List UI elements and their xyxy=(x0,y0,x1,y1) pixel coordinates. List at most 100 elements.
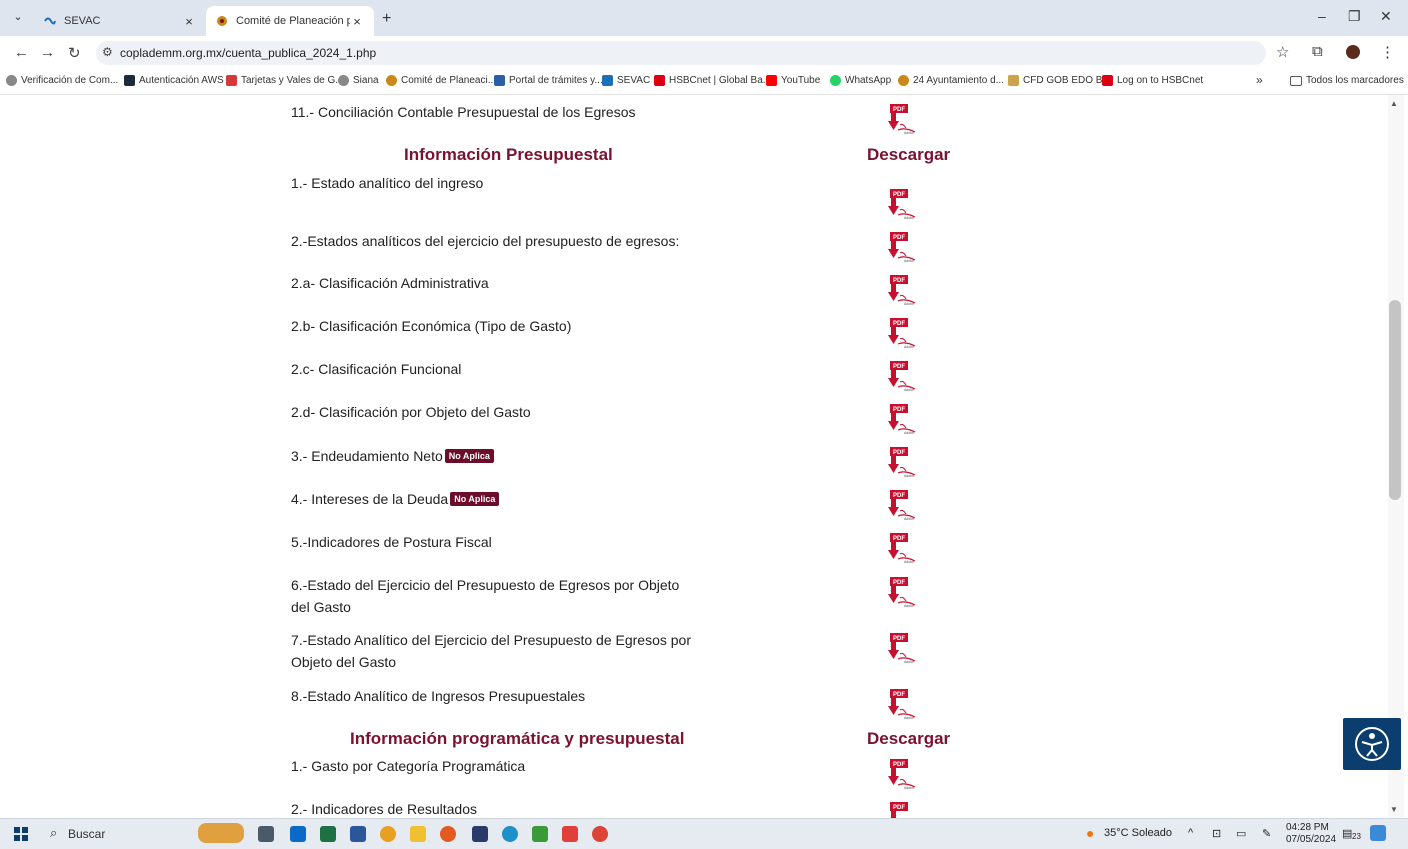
extensions-icon[interactable]: ⧉ xyxy=(1312,43,1323,60)
pdf-download-icon[interactable]: PDFAdobe xyxy=(887,801,917,818)
bookmark-item[interactable]: YouTube xyxy=(766,75,820,86)
youtube-icon xyxy=(766,75,777,86)
site-info-icon[interactable]: ⚙ xyxy=(102,45,113,59)
clock-date[interactable]: 07/05/2024 xyxy=(1286,834,1336,845)
chrome-icon[interactable] xyxy=(592,826,608,842)
word-icon[interactable] xyxy=(350,826,366,842)
pdf-icon: PDF Adobe xyxy=(888,104,916,135)
bookmark-item[interactable]: Tarjetas y Vales de G... xyxy=(226,75,344,86)
tray-chevron-icon[interactable]: ^ xyxy=(1188,827,1193,839)
item-text: 6.-Estado del Ejercicio del Presupuesto … xyxy=(291,577,680,615)
svg-text:PDF: PDF xyxy=(893,762,905,768)
pdf-icon: PDF Adobe xyxy=(888,447,916,478)
profile-avatar[interactable] xyxy=(1346,45,1360,59)
address-bar[interactable]: ⚙ coplademm.org.mx/cuenta_publica_2024_1… xyxy=(96,41,1266,65)
pdf-download-icon[interactable]: PDFAdobe xyxy=(887,489,917,521)
pdf-download-icon[interactable]: PDFAdobe xyxy=(887,758,917,790)
item-text: 3.- Endeudamiento Neto xyxy=(291,448,443,464)
anydesk-icon[interactable] xyxy=(562,826,578,842)
pdf-download-icon[interactable]: PDFAdobe xyxy=(887,688,917,720)
windows-start-icon[interactable] xyxy=(14,827,28,841)
widgets-icon[interactable] xyxy=(198,823,244,843)
bookmark-item[interactable]: HSBCnet | Global Ba... xyxy=(654,75,771,86)
pdf-download-icon[interactable]: PDFAdobe xyxy=(887,317,917,349)
bookmark-item[interactable]: 24 Ayuntamiento d... xyxy=(898,75,1004,86)
new-tab-icon[interactable]: + xyxy=(382,10,391,28)
pen-icon[interactable]: ✎ xyxy=(1262,827,1271,840)
bookmark-star-icon[interactable]: ☆ xyxy=(1276,43,1289,61)
network-icon[interactable]: ⊡ xyxy=(1212,827,1221,840)
scroll-down-icon[interactable]: ▼ xyxy=(1390,805,1398,814)
no-aplica-badge: No Aplica xyxy=(450,492,500,506)
bookmark-item[interactable]: Comité de Planeaci... xyxy=(386,75,496,86)
chrome-alt-icon[interactable] xyxy=(380,826,396,842)
outlook-icon[interactable] xyxy=(290,826,306,842)
pdf-icon: PDF Adobe xyxy=(888,275,916,306)
firefox-icon[interactable] xyxy=(440,826,456,842)
scroll-up-icon[interactable]: ▲ xyxy=(1390,99,1398,108)
file-explorer-icon[interactable] xyxy=(410,826,426,842)
restore-icon[interactable]: ❐ xyxy=(1348,8,1361,25)
notifications-icon[interactable]: ▤ xyxy=(1342,827,1352,840)
task-view-icon[interactable] xyxy=(258,826,274,842)
hsbc-icon xyxy=(1102,75,1113,86)
clock-time[interactable]: 04:28 PM xyxy=(1286,822,1329,833)
svg-text:Adobe: Adobe xyxy=(904,345,914,349)
svg-text:Adobe: Adobe xyxy=(904,388,914,392)
item-label: 2.- Indicadores de Resultados xyxy=(291,798,691,818)
bookmark-item[interactable]: Verificación de Com... xyxy=(6,75,118,86)
scroll-thumb[interactable] xyxy=(1389,300,1401,500)
pdf-download-icon[interactable]: PDFAdobe xyxy=(887,446,917,478)
back-icon[interactable]: ← xyxy=(14,44,29,61)
edge-icon[interactable] xyxy=(502,826,518,842)
tab-search-icon[interactable]: ⌄ xyxy=(10,10,26,26)
sat-tool-icon[interactable] xyxy=(532,826,548,842)
app-tray-icon[interactable] xyxy=(1370,825,1386,841)
search-icon[interactable]: ⌕ xyxy=(50,825,57,841)
minimize-icon[interactable]: – xyxy=(1318,8,1326,24)
pdf-download-icon[interactable]: PDFAdobe xyxy=(887,231,917,263)
folder-icon xyxy=(1290,75,1302,86)
pdf-download-icon[interactable]: PDFAdobe xyxy=(887,632,917,664)
pdf-icon: PDF Adobe xyxy=(888,490,916,521)
menu-kebab-icon[interactable]: ⋮ xyxy=(1380,43,1395,61)
pdf-download-icon[interactable]: PDFAdobe xyxy=(887,403,917,435)
bookmark-item[interactable]: Portal de trámites y... xyxy=(494,75,603,86)
pdf-download-icon[interactable]: PDFAdobe xyxy=(887,188,917,220)
bookmark-item[interactable]: Log on to HSBCnet xyxy=(1102,75,1203,86)
card-icon xyxy=(226,75,237,86)
pdf-download-icon[interactable]: PDFAdobe xyxy=(887,360,917,392)
pdf-download-icon[interactable]: PDFAdobe xyxy=(887,274,917,306)
close-tab-icon[interactable]: × xyxy=(350,14,364,29)
sat-app-icon[interactable] xyxy=(472,826,488,842)
svg-text:Adobe: Adobe xyxy=(904,716,914,720)
page-scrollbar[interactable]: ▲ ▼ xyxy=(1376,95,1408,818)
forward-icon[interactable]: → xyxy=(40,44,55,61)
pdf-download-icon[interactable]: PDFAdobe xyxy=(887,103,917,135)
tab-sevac[interactable]: SEVAC × xyxy=(34,6,206,36)
bookmark-label: 24 Ayuntamiento d... xyxy=(913,75,1004,86)
accessibility-widget-button[interactable] xyxy=(1343,718,1401,770)
taskbar-search[interactable]: Buscar xyxy=(68,827,105,841)
bookmark-item[interactable]: SEVAC xyxy=(602,75,650,86)
excel-icon[interactable] xyxy=(320,826,336,842)
reload-icon[interactable]: ↻ xyxy=(68,44,81,62)
bookmark-item[interactable]: WhatsApp xyxy=(830,75,891,86)
item-label: 2.b- Clasificación Económica (Tipo de Ga… xyxy=(291,315,691,337)
tab-title: Comité de Planeación para el D xyxy=(236,15,350,27)
bookmark-item[interactable]: CFD GOB EDO BC xyxy=(1008,75,1110,86)
url-text[interactable]: coplademm.org.mx/cuenta_publica_2024_1.p… xyxy=(120,46,376,60)
pdf-icon: PDF Adobe xyxy=(888,759,916,790)
weather-text[interactable]: 35°C Soleado xyxy=(1104,827,1172,839)
item-label: 1.- Gasto por Categoría Programática xyxy=(291,755,691,777)
tab-comite[interactable]: Comité de Planeación para el D × xyxy=(206,6,374,36)
all-bookmarks[interactable]: Todos los marcadores xyxy=(1290,75,1404,86)
display-icon[interactable]: ▭ xyxy=(1236,827,1246,840)
bookmark-item[interactable]: Siana xyxy=(338,75,379,86)
pdf-download-icon[interactable]: PDFAdobe xyxy=(887,532,917,564)
bookmarks-overflow-icon[interactable]: » xyxy=(1256,73,1263,87)
close-tab-icon[interactable]: × xyxy=(182,14,196,29)
close-window-icon[interactable]: ✕ xyxy=(1380,8,1392,25)
pdf-download-icon[interactable]: PDFAdobe xyxy=(887,576,917,608)
bookmark-item[interactable]: Autenticación AWS xyxy=(124,75,224,86)
